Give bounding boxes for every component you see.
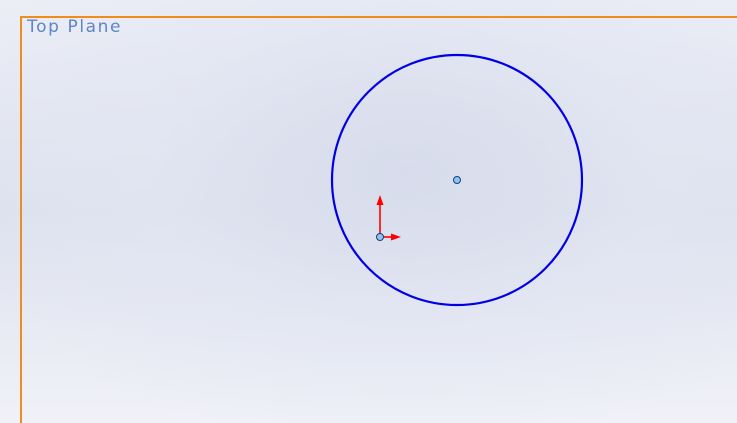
origin-y-arrowhead-icon [376,195,384,205]
origin-point[interactable] [376,233,384,241]
origin-triad-icon[interactable] [376,195,402,241]
sketch-canvas[interactable] [0,0,737,423]
circle-center-point-icon[interactable] [453,176,461,184]
origin-x-arrowhead-icon [391,233,401,241]
graphics-viewport[interactable]: Top Plane [0,0,737,423]
